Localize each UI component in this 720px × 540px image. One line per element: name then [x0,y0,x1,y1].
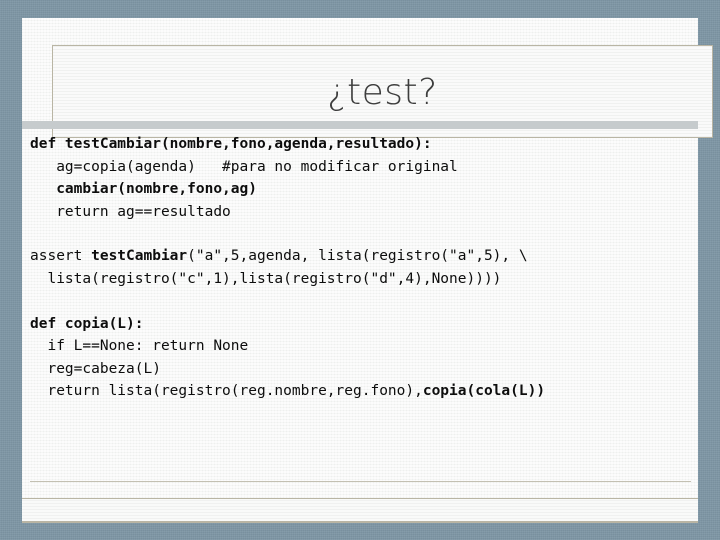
code-segment-regular: ("a",5,agenda, lista(registro("a",5), \ [187,248,528,265]
copia-function-block: def copia(L): if L==None: return None re… [30,313,691,403]
code-line-ag-copia: ag=copia(agenda) #para no modificar orig… [30,156,691,179]
code-line-def-testcambiar: def testCambiar(nombre,fono,agenda,resul… [30,133,691,156]
code-line-def-copia: def copia(L): [30,313,691,336]
code-segment-regular: assert [30,248,92,265]
slide-footer [22,499,698,522]
slide-body: def testCambiar(nombre,fono,agenda,resul… [30,133,691,482]
code-line-assert: assert testCambiar("a",5,agenda, lista(r… [30,245,691,268]
footer-bottom-rule [22,521,698,523]
code-segment-bold: copia(cola(L)) [422,383,546,400]
code-segment-bold: def testCambiar(nombre,fono,agenda,resul… [30,136,432,152]
code-line-if-none: if L==None: return None [30,335,691,358]
code-block-spacer [30,223,691,245]
code-segment-regular: return ag==resultado [30,203,231,220]
title-divider [22,121,698,129]
code-segment-bold: def copia(L): [30,315,144,332]
code-segment-regular: if L==None: return None [30,338,249,355]
code-line-cambiar-call: cambiar(nombre,fono,ag) [30,178,691,201]
code-line-return-lista: return lista(registro(reg.nombre,reg.fon… [30,380,691,403]
code-block-spacer [30,291,691,313]
code-segment-regular: ag=copia(agenda) #para no modificar orig… [30,158,458,175]
code-segment-regular: lista(registro("c",1),lista(registro("d"… [30,270,502,287]
slide-root: ¿test? def testCambiar(nombre,fono,agend… [0,0,720,540]
code-listing: def testCambiar(nombre,fono,agenda,resul… [30,133,691,403]
code-line-return-ag: return ag==resultado [30,201,691,224]
assert-block: assert testCambiar("a",5,agenda, lista(r… [30,245,691,290]
body-bottom-rule [30,481,691,482]
code-segment-bold: testCambiar [91,248,188,265]
code-line-reg-cabeza: reg=cabeza(L) [30,358,691,381]
test-function-block: def testCambiar(nombre,fono,agenda,resul… [30,133,691,223]
code-line-assert-continuation: lista(registro("c",1),lista(registro("d"… [30,268,691,291]
code-segment-bold: cambiar(nombre,fono,ag) [30,181,257,198]
code-segment-regular: return lista(registro(reg.nombre,reg.fon… [30,383,423,400]
code-segment-regular: reg=cabeza(L) [30,360,161,377]
page-title: ¿test? [327,71,438,113]
